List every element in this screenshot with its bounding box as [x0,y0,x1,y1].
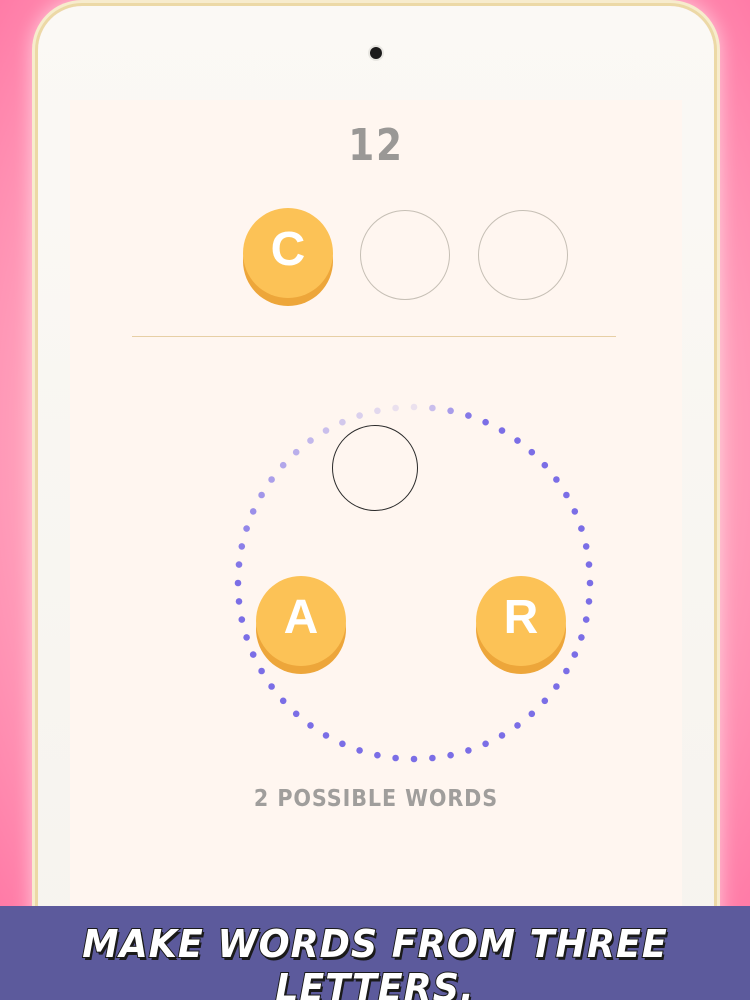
ring-dot [578,525,585,532]
ring-dot [374,751,381,759]
ring-dot [582,616,590,623]
ring-dot [429,754,436,762]
ring-dot [563,667,570,675]
tablet-device: 12 C A R 2 POSSIBLE WORDS [38,6,714,1000]
ring-dot [514,722,521,729]
caption-text: MAKE WORDS FROM THREE LETTERS. [81,921,668,1000]
ring-dot [586,579,594,587]
ring-dot [514,437,521,444]
ring-dot [243,525,250,532]
game-screen: 12 C A R 2 POSSIBLE WORDS [70,100,682,912]
ring-dot [582,543,590,550]
ring-dot [356,747,363,754]
ring-dot [429,404,436,412]
ring-dot [528,710,536,718]
ring-dot [465,412,472,419]
ring-dot [279,461,287,469]
ring-dot [447,751,454,759]
ring-dot [234,579,242,587]
ring-dot [258,491,265,499]
ring-dot [585,598,593,605]
ring-dot [578,634,585,641]
ring-dot [392,754,399,762]
ring-dot [528,448,536,456]
ring-dot [322,732,330,739]
ring-dot [268,476,275,483]
ring-dot [410,755,418,763]
ring-dot [374,407,381,415]
ring-dot [258,667,265,675]
ring-dot [447,407,454,415]
ring-dot [392,404,399,412]
ring-dot [235,561,243,568]
ring-dot [339,740,346,748]
ring-dot [498,732,506,739]
wheel-slot-top-empty[interactable] [332,425,418,511]
ring-dot [235,598,243,605]
ring-dot [356,412,363,419]
wheel-letter-r-tile[interactable]: R [476,576,566,666]
ring-dot [322,427,330,434]
ring-dot [553,476,560,483]
ring-dot [249,651,257,658]
ring-dot [482,418,489,426]
ring-dot [307,722,314,729]
ring-dot [292,448,300,456]
ring-dot [279,697,287,705]
possible-words-count: 2 POSSIBLE WORDS [253,786,499,812]
ring-dot [571,508,579,515]
ring-dot [482,740,489,748]
ring-dot [339,418,346,426]
ring-dot [268,683,275,690]
ring-dot [553,683,560,690]
ring-dot [249,508,257,515]
ring-dot [585,561,593,568]
ring-dot [563,491,570,499]
ring-dot [465,747,472,754]
ring-dot [571,651,579,658]
ring-dot [292,710,300,718]
camera-icon [370,47,382,59]
ring-dot [307,437,314,444]
ring-dot [541,461,549,469]
ring-dot [498,427,506,434]
ring-dot [243,634,250,641]
wheel-letter-a-tile[interactable]: A [256,576,346,666]
ring-dot [238,543,246,550]
ring-dot [238,616,246,623]
ring-dot [541,697,549,705]
ring-dot [410,403,418,411]
